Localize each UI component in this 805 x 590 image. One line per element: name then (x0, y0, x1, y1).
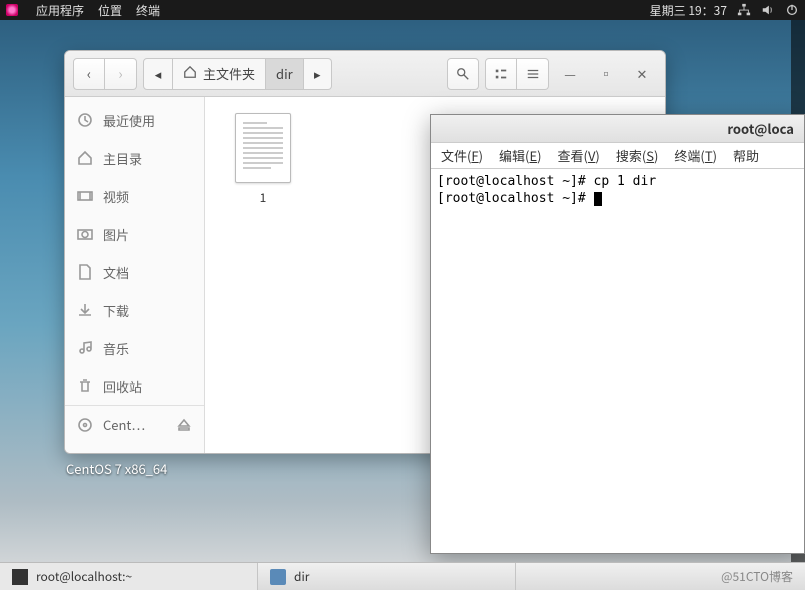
sidebar-item-video[interactable]: 视频 (65, 177, 204, 215)
home-icon (183, 64, 197, 83)
task-terminal[interactable]: root@localhost:~ (0, 563, 258, 590)
menu-file[interactable]: 文件(F) (441, 146, 483, 165)
terminal-line: [root@localhost ~]# cp 1 dir (437, 174, 656, 189)
task-label: root@localhost:~ (36, 568, 132, 585)
taskbar: root@localhost:~ dir @51CTO博客 (0, 562, 805, 590)
view-menu-button[interactable] (517, 58, 549, 90)
terminal-body[interactable]: [root@localhost ~]# cp 1 dir [root@local… (431, 169, 804, 553)
terminal-window: root@loca 文件(F) 编辑(E) 查看(V) 搜索(S) 终端(T) … (430, 114, 805, 554)
home-icon (77, 150, 93, 166)
forward-button[interactable]: › (105, 58, 137, 90)
menu-help[interactable]: 帮助 (733, 146, 759, 165)
terminal-title-text: root@loca (727, 119, 794, 138)
sidebar-item-trash[interactable]: 回收站 (65, 367, 204, 405)
file-manager-toolbar: ‹ › ◂ 主文件夹 dir ▸ — ▫ ✕ (65, 51, 665, 97)
file-manager-sidebar: 最近使用 主目录 视频 图片 文档 下载 音乐 回收站 Cent… (65, 97, 205, 453)
path-dir[interactable]: dir (266, 58, 304, 90)
text-file-icon (235, 113, 291, 183)
menu-search[interactable]: 搜索(S) (616, 146, 659, 165)
path-home-label: 主文件夹 (203, 64, 255, 83)
minimize-button[interactable]: — (555, 60, 585, 88)
sidebar-item-pictures[interactable]: 图片 (65, 215, 204, 253)
sidebar-label: 下载 (103, 301, 129, 320)
folder-task-icon (270, 569, 286, 585)
sidebar-label: 文档 (103, 263, 129, 282)
sidebar-item-disc[interactable]: Cent… (65, 405, 204, 443)
sidebar-label: 视频 (103, 187, 129, 206)
menu-view[interactable]: 查看(V) (558, 146, 600, 165)
sidebar-label: 主目录 (103, 149, 142, 168)
activities-icon[interactable] (6, 4, 18, 16)
network-icon[interactable] (737, 3, 751, 17)
desktop-media-label[interactable]: CentOS 7 x86_64 (66, 459, 167, 478)
menu-terminal[interactable]: 终端 (136, 2, 160, 19)
trash-icon (77, 378, 93, 394)
terminal-task-icon (12, 569, 28, 585)
terminal-titlebar[interactable]: root@loca (431, 115, 804, 143)
menu-places[interactable]: 位置 (98, 2, 122, 19)
menu-applications[interactable]: 应用程序 (36, 2, 84, 19)
sidebar-item-home[interactable]: 主目录 (65, 139, 204, 177)
watermark: @51CTO博客 (709, 568, 805, 585)
video-icon (77, 188, 93, 204)
disc-icon (77, 417, 93, 433)
task-label: dir (294, 568, 309, 585)
path-prev-button[interactable]: ◂ (143, 58, 173, 90)
terminal-menubar: 文件(F) 编辑(E) 查看(V) 搜索(S) 终端(T) 帮助 (431, 143, 804, 169)
terminal-cursor (594, 192, 602, 206)
sidebar-item-music[interactable]: 音乐 (65, 329, 204, 367)
top-panel: 应用程序 位置 终端 星期三 19：37 (0, 0, 805, 20)
back-button[interactable]: ‹ (73, 58, 105, 90)
sidebar-item-downloads[interactable]: 下载 (65, 291, 204, 329)
task-files[interactable]: dir (258, 563, 516, 590)
camera-icon (77, 226, 93, 242)
close-button[interactable]: ✕ (627, 60, 657, 88)
eject-icon[interactable] (176, 417, 192, 433)
sidebar-label: 音乐 (103, 339, 129, 358)
clock[interactable]: 星期三 19：37 (650, 2, 727, 19)
sidebar-item-recent[interactable]: 最近使用 (65, 101, 204, 139)
maximize-button[interactable]: ▫ (591, 60, 621, 88)
sidebar-item-documents[interactable]: 文档 (65, 253, 204, 291)
sidebar-label: 图片 (103, 225, 129, 244)
path-bar: ◂ 主文件夹 dir ▸ (143, 58, 332, 90)
menu-terminal[interactable]: 终端(T) (674, 146, 717, 165)
sidebar-label: 最近使用 (103, 111, 155, 130)
music-icon (77, 340, 93, 356)
download-icon (77, 302, 93, 318)
power-icon[interactable] (785, 3, 799, 17)
menu-edit[interactable]: 编辑(E) (499, 146, 542, 165)
volume-icon[interactable] (761, 3, 775, 17)
document-icon (77, 264, 93, 280)
terminal-line: [root@localhost ~]# (437, 191, 594, 206)
path-home[interactable]: 主文件夹 (173, 58, 266, 90)
sidebar-label: 回收站 (103, 377, 142, 396)
view-list-button[interactable] (485, 58, 517, 90)
path-next-button[interactable]: ▸ (304, 58, 332, 90)
file-label: 1 (260, 189, 267, 206)
nav-group: ‹ › (73, 58, 137, 90)
file-item[interactable]: 1 (227, 113, 299, 206)
sidebar-label: Cent… (103, 415, 145, 434)
clock-icon (77, 112, 93, 128)
search-button[interactable] (447, 58, 479, 90)
